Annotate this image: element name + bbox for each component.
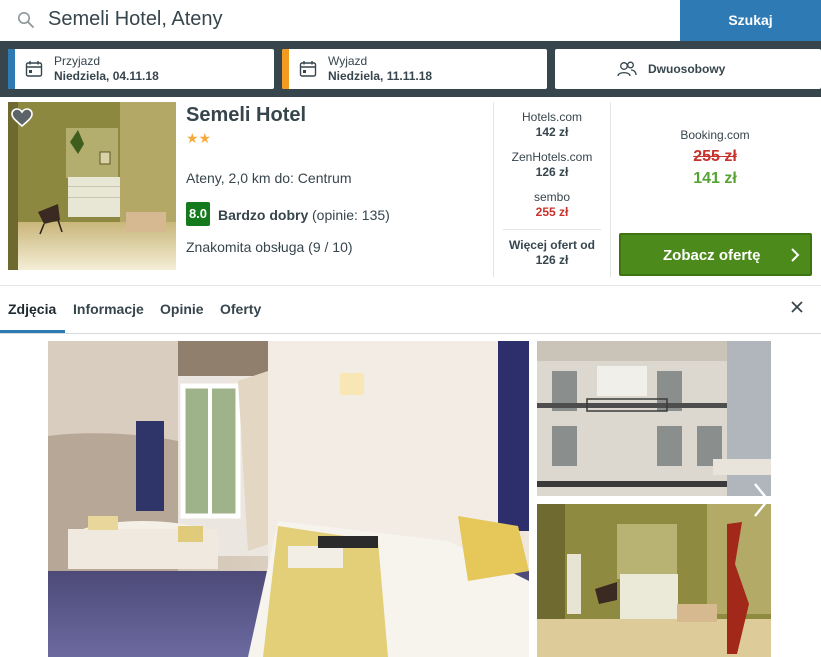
- chevron-right-icon[interactable]: [750, 480, 772, 520]
- gallery-thumb-facade[interactable]: [537, 341, 771, 496]
- room-photo: [537, 504, 771, 657]
- gallery-main-photo[interactable]: [48, 341, 529, 657]
- offer-price: 126 zł: [535, 165, 569, 179]
- tab-offers[interactable]: Oferty: [220, 301, 261, 317]
- divider: [503, 229, 601, 230]
- more-offers-link[interactable]: Więcej ofert od 126 zł: [498, 238, 606, 268]
- calendar-icon: [299, 61, 317, 77]
- hotel-name[interactable]: Semeli Hotel: [186, 104, 306, 127]
- checkout-field[interactable]: Wyjazd Niedziela, 11.11.18: [282, 49, 547, 89]
- rating-count: (opinie: 135): [312, 207, 390, 223]
- room-type-selector[interactable]: Dwuosobowy: [555, 49, 821, 89]
- rating-label[interactable]: Bardzo dobry: [218, 207, 308, 223]
- hotel-thumbnail[interactable]: [8, 102, 176, 270]
- divider: [0, 333, 821, 334]
- chevron-right-icon: [791, 248, 800, 262]
- calendar-icon: [25, 61, 43, 77]
- best-offer-price: 141 zł: [693, 170, 737, 187]
- tab-photos[interactable]: Zdjęcia: [8, 301, 56, 317]
- offer-site: sembo: [533, 190, 571, 204]
- search-query: Semeli Hotel, Ateny: [48, 8, 223, 30]
- hotel-stars: ★★: [186, 130, 212, 146]
- view-offer-label: Zobacz ofertę: [663, 247, 761, 264]
- divider: [610, 102, 611, 277]
- room-type-value: Dwuosobowy: [648, 62, 726, 76]
- offer-item[interactable]: Hotels.com 142 zł: [498, 110, 606, 139]
- checkout-value: Niedziela, 11.11.18: [328, 69, 433, 83]
- search-icon: [18, 12, 34, 28]
- bedroom-photo: [48, 341, 529, 657]
- offer-item[interactable]: sembo 255 zł: [498, 190, 606, 219]
- best-offer-site: Booking.com: [680, 128, 750, 142]
- divider: [0, 285, 821, 286]
- checkout-label: Wyjazd: [328, 54, 368, 68]
- offer-price: 255 zł: [535, 205, 569, 219]
- more-offers-label: Więcej ofert od: [509, 238, 595, 252]
- tab-reviews[interactable]: Opinie: [160, 301, 204, 317]
- hotel-location: Ateny, 2,0 km do: Centrum: [186, 170, 352, 186]
- checkin-label: Przyjazd: [54, 54, 101, 68]
- search-button[interactable]: Szukaj: [680, 0, 821, 41]
- best-offer-old-price: 255 zł: [693, 148, 737, 165]
- best-offer: Booking.com 255 zł 141 zł: [612, 128, 818, 188]
- tab-info[interactable]: Informacje: [73, 301, 144, 317]
- checkin-field[interactable]: Przyjazd Niedziela, 04.11.18: [8, 49, 274, 89]
- offer-site: Hotels.com: [521, 110, 583, 124]
- divider: [493, 102, 494, 277]
- offer-site: ZenHotels.com: [511, 150, 593, 164]
- service-rating: Znakomita obsługa (9 / 10): [186, 239, 353, 255]
- offer-price: 142 zł: [535, 125, 569, 139]
- checkout-stripe: [282, 49, 289, 89]
- close-icon[interactable]: [790, 300, 804, 314]
- search-input[interactable]: Semeli Hotel, Ateny: [0, 0, 680, 41]
- gallery-thumb-room[interactable]: [537, 504, 771, 657]
- guests-icon: [617, 61, 637, 77]
- checkin-value: Niedziela, 04.11.18: [54, 69, 159, 83]
- building-facade-photo: [537, 341, 771, 496]
- checkin-stripe: [8, 49, 15, 89]
- offer-item[interactable]: ZenHotels.com 126 zł: [498, 150, 606, 179]
- rating-score-badge[interactable]: 8.0: [186, 202, 210, 226]
- hotel-room-photo: [8, 102, 176, 270]
- search-header: Semeli Hotel, Ateny Szukaj Przyjazd Nied…: [0, 0, 821, 97]
- view-offer-button[interactable]: Zobacz ofertę: [619, 233, 812, 276]
- favorite-heart-icon[interactable]: [11, 108, 33, 128]
- more-offers-price: 126 zł: [535, 253, 569, 267]
